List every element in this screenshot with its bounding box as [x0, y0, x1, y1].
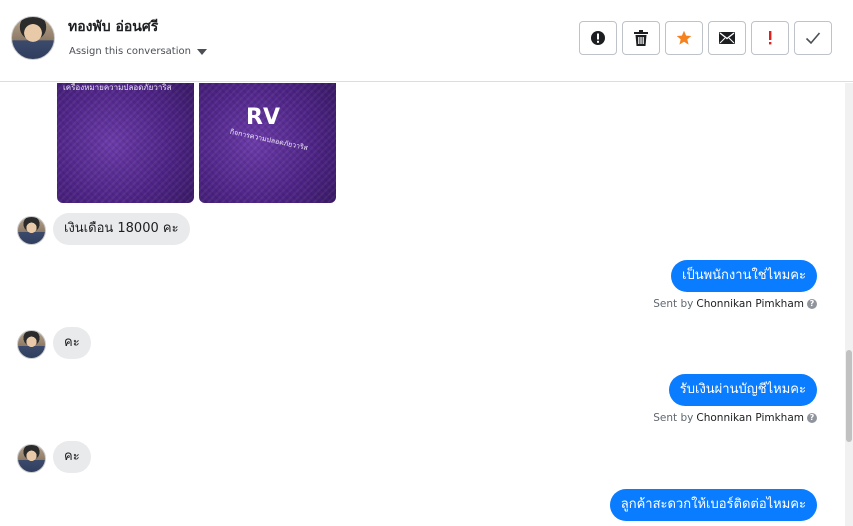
star-button[interactable]	[665, 21, 703, 55]
sent-by-line: Sent by Chonnikan Pimkham ?	[653, 412, 817, 424]
assign-conversation-dropdown[interactable]: Assign this conversation	[69, 46, 207, 57]
conversation-toolbar	[579, 21, 832, 55]
mark-done-button[interactable]	[794, 21, 832, 55]
question-icon[interactable]: ?	[807, 413, 817, 423]
sender-name[interactable]: Chonnikan Pimkham	[696, 412, 804, 424]
exclamation-icon	[769, 31, 772, 45]
mark-unread-button[interactable]	[708, 21, 746, 55]
outgoing-message: เป็นพนักงานใช่ไหมคะ	[671, 260, 817, 292]
photo-logo: RV	[246, 105, 280, 130]
question-icon[interactable]: ?	[807, 299, 817, 309]
sent-by-line: Sent by Chonnikan Pimkham ?	[653, 298, 817, 310]
sender-avatar	[17, 216, 46, 245]
checkmark-icon	[805, 32, 821, 45]
photo-caption: เครื่องหมายความปลอดภัยวาริส	[63, 83, 172, 92]
attached-photo-1[interactable]: เครื่องหมายความปลอดภัยวาริส	[57, 83, 194, 203]
trash-icon	[634, 30, 648, 46]
incoming-message: คะ	[53, 327, 91, 359]
scrollbar-thumb[interactable]	[846, 350, 852, 442]
sender-name[interactable]: Chonnikan Pimkham	[696, 298, 804, 310]
assign-label: Assign this conversation	[69, 46, 191, 57]
attached-photo-2[interactable]: RV กิจการความปลอดภัยวาริส	[199, 83, 336, 203]
sent-by-prefix: Sent by	[653, 298, 694, 310]
envelope-icon	[719, 32, 735, 44]
conversation-header: ทองพับ อ่อนศรี Assign this conversation	[0, 0, 853, 82]
message-thread: เครื่องหมายความปลอดภัยวาริส RV กิจการควา…	[0, 83, 845, 526]
alert-circle-icon	[591, 31, 605, 45]
sender-avatar	[17, 330, 46, 359]
photo-caption: กิจการความปลอดภัยวาริส	[229, 127, 309, 153]
caret-down-icon	[196, 48, 207, 55]
mark-important-button[interactable]	[751, 21, 789, 55]
sent-by-prefix: Sent by	[653, 412, 694, 424]
delete-button[interactable]	[622, 21, 660, 55]
incoming-message: คะ	[53, 441, 91, 473]
outgoing-message: รับเงินผ่านบัญชีไหมคะ	[668, 374, 817, 406]
sender-avatar	[17, 444, 46, 473]
contact-name[interactable]: ทองพับ อ่อนศรี	[68, 16, 158, 38]
thread-scrollbar[interactable]	[845, 83, 853, 526]
outgoing-message: ลูกค้าสะดวกให้เบอร์ติดต่อไหมคะ	[609, 489, 817, 521]
contact-avatar[interactable]	[11, 16, 55, 60]
report-spam-button[interactable]	[579, 21, 617, 55]
star-icon	[676, 30, 692, 45]
incoming-message: เงินเดือน 18000 คะ	[53, 213, 190, 245]
